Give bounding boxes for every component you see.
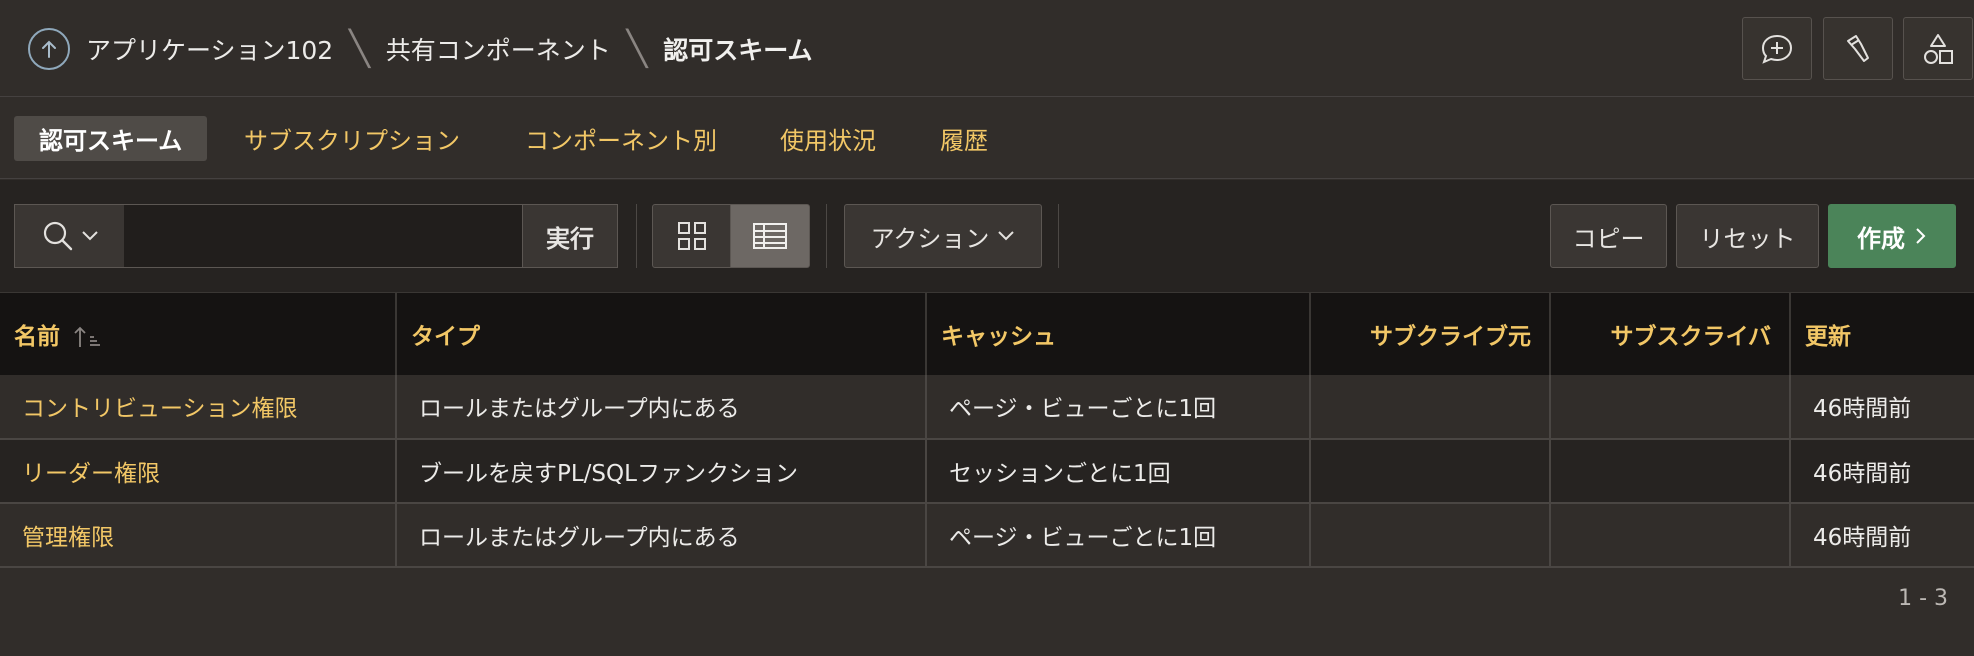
actions-label: アクション	[870, 224, 990, 253]
page-header: アプリケーション102 ╲ 共有コンポーネント ╲ 認可スキーム	[0, 0, 1974, 97]
flashlight-icon	[1847, 34, 1869, 62]
scheme-updated-cell: 46時間前	[1790, 502, 1974, 568]
column-header-cache[interactable]: キャッシュ	[926, 292, 1311, 375]
breadcrumb-separator: ╲	[626, 29, 648, 69]
scheme-subscribers-cell	[1550, 502, 1791, 568]
search-icon	[43, 221, 72, 251]
create-label: 作成	[1857, 224, 1905, 253]
sort-ascending-icon	[74, 326, 101, 348]
chevron-down-icon	[998, 231, 1015, 241]
toolbar-divider	[826, 204, 827, 268]
create-button[interactable]: 作成	[1828, 204, 1956, 268]
shapes-icon	[1924, 33, 1953, 64]
chevron-down-icon	[81, 231, 98, 241]
tab-subscriptions[interactable]: サブスクリプション	[219, 116, 485, 161]
scheme-subscribed-from-cell	[1310, 374, 1551, 440]
scheme-subscribed-from-cell	[1310, 502, 1551, 568]
icon-view-button[interactable]	[652, 204, 731, 268]
table-row: リーダー権限 ブールを戻すPL/SQLファンクション セッションごとに1回 46…	[0, 438, 1974, 504]
reset-button[interactable]: リセット	[1676, 204, 1819, 268]
up-arrow-icon[interactable]	[28, 28, 70, 70]
search-column-selector[interactable]	[14, 204, 125, 268]
column-header-subscribed-from[interactable]: サブクライブ元	[1310, 292, 1551, 375]
pagination-info: 1 - 3	[1898, 586, 1948, 611]
report-view-button[interactable]	[730, 204, 810, 268]
toolbar-divider	[1058, 204, 1059, 268]
scheme-cache-cell: ページ・ビューごとに1回	[926, 502, 1311, 568]
tab-history[interactable]: 履歴	[915, 116, 1013, 161]
breadcrumb: アプリケーション102 ╲ 共有コンポーネント ╲ 認可スキーム	[86, 27, 812, 71]
scheme-subscribers-cell	[1550, 438, 1791, 504]
grid-view-icon	[677, 222, 706, 250]
scheme-subscribed-from-cell	[1310, 438, 1551, 504]
scheme-type-cell: ロールまたはグループ内にある	[396, 374, 927, 440]
breadcrumb-shared-components[interactable]: 共有コンポーネント	[386, 31, 611, 67]
chevron-right-icon	[1916, 228, 1926, 244]
scheme-updated-cell: 46時間前	[1790, 438, 1974, 504]
column-header-name[interactable]: 名前	[0, 292, 397, 375]
column-header-subscribers[interactable]: サブスクライバ	[1550, 292, 1791, 375]
breadcrumb-separator: ╲	[349, 29, 370, 69]
flashlight-button[interactable]	[1823, 17, 1893, 80]
scheme-updated-cell: 46時間前	[1790, 374, 1974, 440]
tab-by-component[interactable]: コンポーネント別	[500, 116, 742, 161]
column-header-updated[interactable]: 更新	[1790, 292, 1974, 375]
search-input[interactable]	[124, 204, 522, 268]
scheme-subscribers-cell	[1550, 374, 1791, 440]
shapes-button[interactable]	[1903, 17, 1973, 80]
scheme-name-link[interactable]: リーダー権限	[0, 438, 397, 504]
column-header-label: 名前	[14, 323, 60, 350]
scheme-cache-cell: ページ・ビューごとに1回	[926, 374, 1311, 440]
table-header-row: 名前 タイプ キャッシュ サブクライブ元 サブスクライバ 更新	[0, 292, 1974, 375]
table-view-icon	[753, 223, 787, 249]
scheme-name-link[interactable]: コントリビューション権限	[0, 374, 397, 440]
comment-button[interactable]	[1742, 17, 1812, 80]
tab-authorization-schemes[interactable]: 認可スキーム	[14, 116, 208, 161]
copy-button[interactable]: コピー	[1550, 204, 1667, 268]
actions-menu-button[interactable]: アクション	[844, 204, 1042, 268]
scheme-type-cell: ロールまたはグループ内にある	[396, 502, 927, 568]
scheme-cache-cell: セッションごとに1回	[926, 438, 1311, 504]
authorization-schemes-table: 名前 タイプ キャッシュ サブクライブ元 サブスクライバ 更新 コントリビューシ…	[0, 292, 1974, 568]
tab-bar: 認可スキーム サブスクリプション コンポーネント別 使用状況 履歴	[0, 97, 1974, 179]
scheme-name-link[interactable]: 管理権限	[0, 502, 397, 568]
report-toolbar: 実行 アクション コピー リセット 作成	[0, 180, 1974, 292]
table-row: コントリビューション権限 ロールまたはグループ内にある ページ・ビューごとに1回…	[0, 374, 1974, 440]
table-row: 管理権限 ロールまたはグループ内にある ページ・ビューごとに1回 46時間前	[0, 502, 1974, 568]
comment-icon	[1761, 34, 1793, 64]
breadcrumb-current: 認可スキーム	[663, 36, 813, 65]
breadcrumb-application[interactable]: アプリケーション102	[86, 31, 333, 67]
tab-usage[interactable]: 使用状況	[755, 116, 901, 161]
scheme-type-cell: ブールを戻すPL/SQLファンクション	[396, 438, 927, 504]
column-header-type[interactable]: タイプ	[396, 292, 927, 375]
go-button[interactable]: 実行	[522, 204, 618, 268]
toolbar-divider	[636, 204, 637, 268]
